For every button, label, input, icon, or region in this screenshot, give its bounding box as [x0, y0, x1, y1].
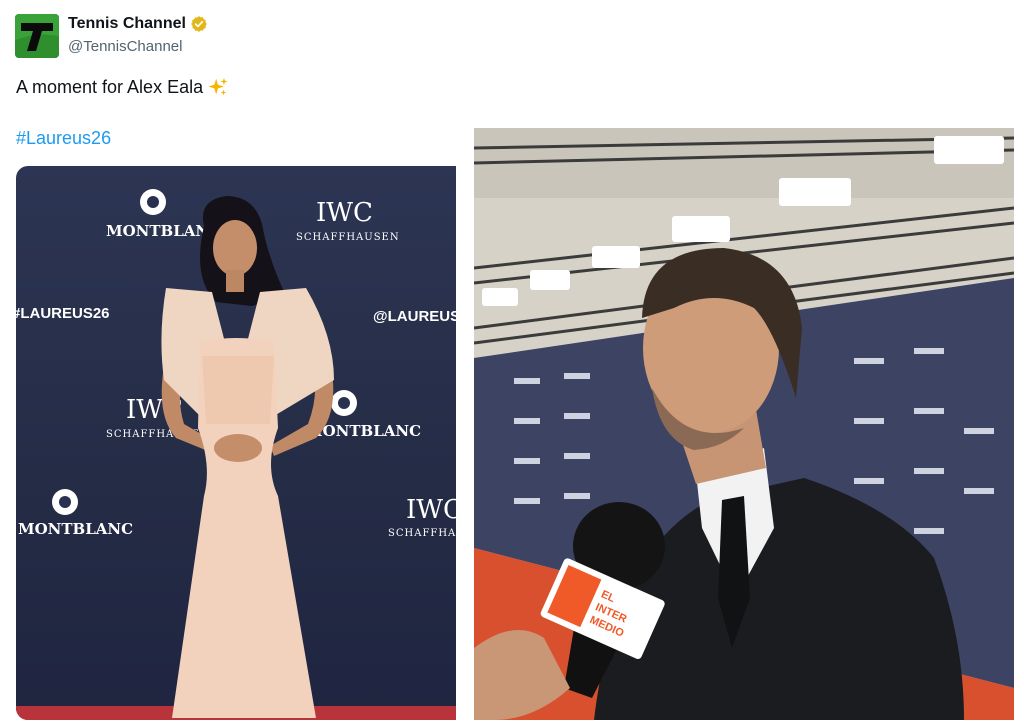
- iwc-logo-3: IWC: [406, 495, 456, 525]
- photo-interview[interactable]: EL INTER MEDIO: [474, 128, 1014, 720]
- verified-badge-icon[interactable]: [190, 15, 208, 33]
- hashtag-link[interactable]: #Laureus26: [16, 128, 111, 149]
- photo-alex-eala[interactable]: MONTBLANC IWC SCHAFFHAUSEN #LAUREUS26 @L…: [16, 166, 456, 720]
- tennis-channel-logo-icon: [15, 14, 59, 58]
- laureus-hashtag-backdrop: #LAUREUS26: [16, 305, 110, 322]
- author-display-name[interactable]: Tennis Channel: [68, 15, 186, 33]
- schaffhausen-logo-3: SCHAFFHAUSEN: [388, 528, 456, 539]
- person-figure: [161, 196, 334, 718]
- montblanc-logo-3: MONTBLANC: [18, 520, 133, 538]
- sparkles-icon: [208, 77, 228, 96]
- tweet-post: Tennis Channel @TennisChannel A moment f…: [0, 0, 1024, 725]
- laureus-handle-backdrop: @LAUREUS: [373, 308, 456, 325]
- photo-left-scene: MONTBLANC IWC SCHAFFHAUSEN #LAUREUS26 @L…: [16, 189, 456, 720]
- tweet-text: A moment for Alex Eala: [16, 76, 229, 98]
- tweet-text-content: A moment for Alex Eala: [16, 76, 204, 97]
- schaffhausen-logo-1: SCHAFFHAUSEN: [296, 232, 400, 243]
- author-handle[interactable]: @TennisChannel: [68, 38, 182, 55]
- iwc-logo-1: IWC: [316, 198, 373, 228]
- author-name-row: Tennis Channel: [68, 15, 208, 33]
- photo-right-scene: EL INTER MEDIO: [474, 128, 1014, 720]
- avatar[interactable]: [15, 14, 59, 58]
